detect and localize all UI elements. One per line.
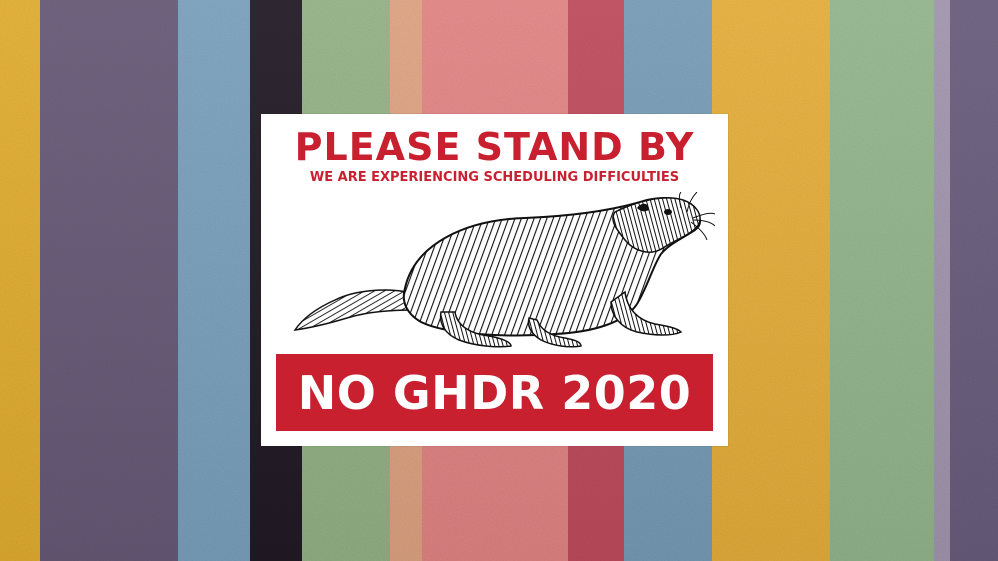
groundhog-tail — [293, 289, 415, 331]
date-banner: NO GHDR 2020 — [276, 354, 713, 431]
subhead: WE ARE EXPERIENCING SCHEDULING DIFFICULT… — [309, 170, 680, 185]
groundhog-icon — [293, 192, 715, 348]
stripe-yellow-right — [712, 0, 830, 561]
stripe-purple-right — [950, 0, 998, 561]
scene: PLEASE STAND BY WE ARE EXPERIENCING SCHE… — [0, 0, 998, 561]
stripe-lilac — [934, 0, 950, 561]
banner-text: NO GHDR 2020 — [297, 365, 692, 420]
stripe-yellow-left — [0, 0, 40, 561]
headline: PLEASE STAND BY — [294, 125, 695, 169]
stripe-green-right — [830, 0, 934, 561]
stripe-blue-left — [178, 0, 250, 561]
stand-by-card: PLEASE STAND BY WE ARE EXPERIENCING SCHE… — [261, 114, 728, 446]
stripe-purple-left — [40, 0, 178, 561]
groundhog-eye — [664, 209, 672, 215]
groundhog-front-leg — [610, 290, 683, 336]
